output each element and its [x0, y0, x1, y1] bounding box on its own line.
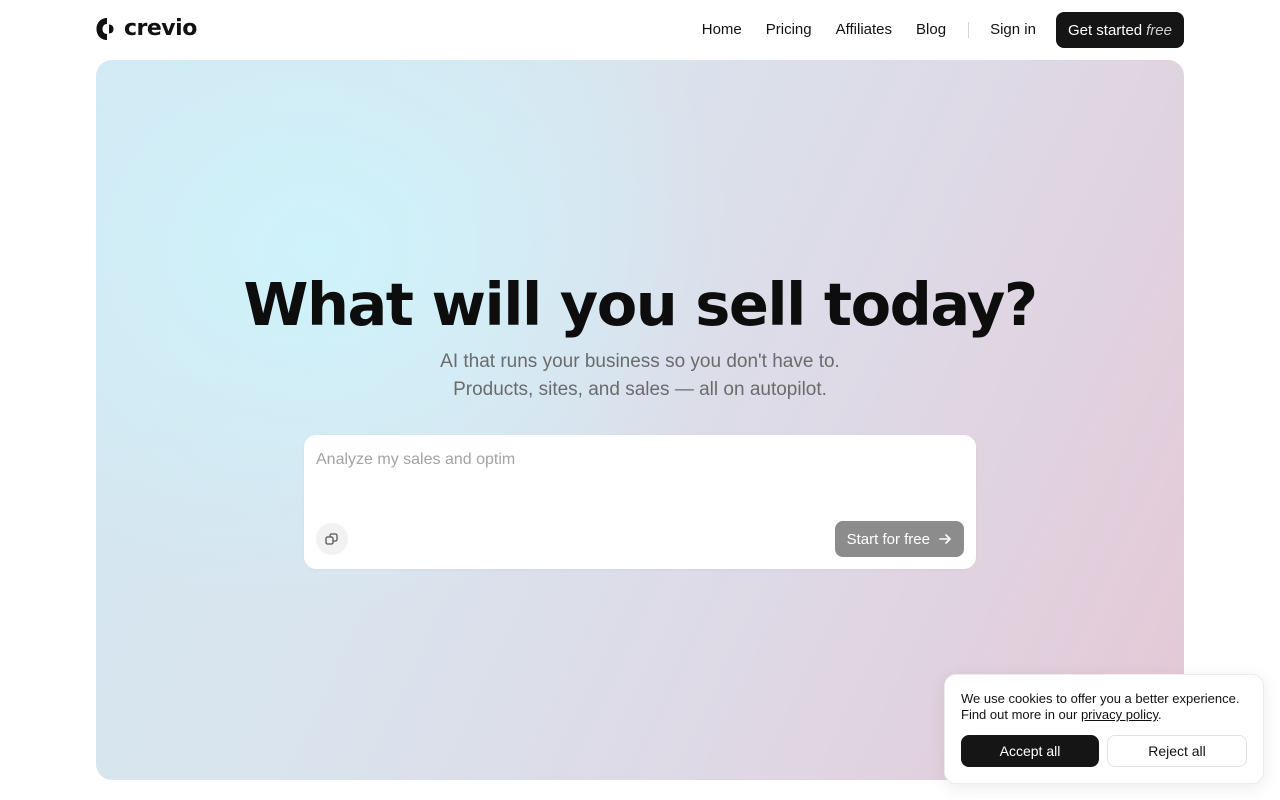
cookie-text-period: . — [1158, 707, 1162, 722]
attach-button[interactable] — [316, 523, 348, 555]
prompt-box: Start for free — [304, 435, 976, 569]
main-nav: Home Pricing Affiliates Blog Sign in Get… — [702, 12, 1184, 48]
cookie-text-line-1: We use cookies to offer you a better exp… — [961, 691, 1240, 706]
accept-all-button[interactable]: Accept all — [961, 735, 1099, 767]
hero-subtitle-line-1: AI that runs your business so you don't … — [440, 351, 840, 372]
sign-in-link[interactable]: Sign in — [990, 12, 1036, 48]
cookie-text-line-2: Find out more in our — [961, 707, 1081, 722]
nav-pricing-link[interactable]: Pricing — [766, 12, 812, 48]
get-started-free-label: free — [1146, 21, 1172, 39]
logo[interactable]: crevio — [96, 17, 197, 41]
arrow-right-icon — [939, 534, 951, 544]
cookie-text: We use cookies to offer you a better exp… — [961, 691, 1251, 723]
start-for-free-button[interactable]: Start for free — [834, 521, 964, 557]
attach-icon — [325, 533, 338, 545]
hero-section: What will you sell today? AI that runs y… — [96, 60, 1184, 780]
hero-subtitle: AI that runs your business so you don't … — [96, 348, 1184, 404]
logo-text: crevio — [124, 16, 197, 41]
hero-subtitle-line-2: Products, sites, and sales — all on auto… — [453, 379, 827, 400]
nav-home-link[interactable]: Home — [702, 12, 742, 48]
privacy-policy-link[interactable]: privacy policy — [1081, 707, 1158, 722]
get-started-button[interactable]: Get started free — [1055, 12, 1184, 48]
nav-divider — [968, 22, 970, 38]
start-for-free-label: Start for free — [846, 530, 930, 548]
get-started-label: Get started — [1067, 21, 1143, 39]
nav-blog-link[interactable]: Blog — [916, 12, 946, 48]
reject-all-button[interactable]: Reject all — [1107, 735, 1247, 767]
cookie-banner: We use cookies to offer you a better exp… — [944, 674, 1264, 784]
hero-title: What will you sell today? — [243, 270, 1038, 339]
crevio-logo-icon — [96, 18, 114, 40]
nav-affiliates-link[interactable]: Affiliates — [836, 12, 892, 48]
prompt-input[interactable] — [316, 447, 956, 473]
site-header: crevio Home Pricing Affiliates Blog Sign… — [0, 0, 1280, 60]
